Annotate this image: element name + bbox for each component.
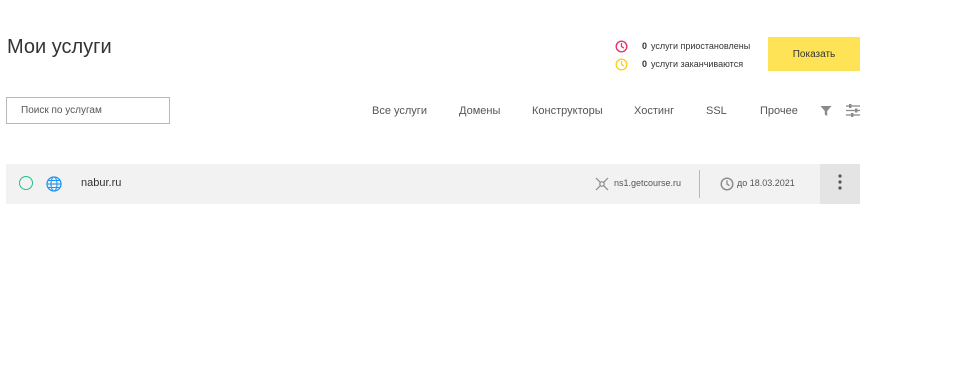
clock-icon xyxy=(614,39,628,53)
nameserver-icon xyxy=(595,177,609,191)
service-name[interactable]: nabur.ru xyxy=(81,177,121,189)
settings-sliders-icon[interactable] xyxy=(846,104,860,117)
page-title: Мои услуги xyxy=(7,36,112,58)
kebab-menu-icon xyxy=(838,173,842,195)
filter-icon[interactable] xyxy=(820,104,832,116)
clock-icon xyxy=(720,177,734,191)
expiring-label: услуги заканчиваются xyxy=(651,59,744,69)
tab-hosting[interactable]: Хостинг xyxy=(634,104,674,118)
clock-icon xyxy=(614,57,628,71)
tab-ssl[interactable]: SSL xyxy=(706,104,727,118)
tab-other[interactable]: Прочее xyxy=(760,104,798,118)
show-button[interactable]: Показать xyxy=(768,37,860,71)
tab-all-services[interactable]: Все услуги xyxy=(372,104,427,118)
nameserver: ns1.getcourse.ru xyxy=(614,178,682,188)
more-options-button[interactable] xyxy=(820,164,860,204)
tab-domains[interactable]: Домены xyxy=(459,104,500,118)
row-divider xyxy=(699,170,700,198)
service-row[interactable]: nabur.ru ns1.getcourse.ru до 18.03.2021 xyxy=(6,164,860,204)
page: Мои услуги 0 услуги приостановлены 0 усл… xyxy=(0,0,955,373)
status-expiring: 0 услуги заканчиваются xyxy=(614,56,750,72)
status-summary: 0 услуги приостановлены 0 услуги заканчи… xyxy=(614,38,750,74)
globe-icon xyxy=(46,176,62,192)
suspended-label: услуги приостановлены xyxy=(651,41,751,51)
suspended-count: 0 xyxy=(642,41,648,51)
status-suspended: 0 услуги приостановлены xyxy=(614,38,750,54)
expiry-date: до 18.03.2021 xyxy=(737,178,795,188)
tab-constructors[interactable]: Конструкторы xyxy=(532,104,603,118)
select-checkbox[interactable] xyxy=(19,176,33,190)
expiring-count: 0 xyxy=(642,59,648,69)
search-input[interactable] xyxy=(6,97,170,124)
